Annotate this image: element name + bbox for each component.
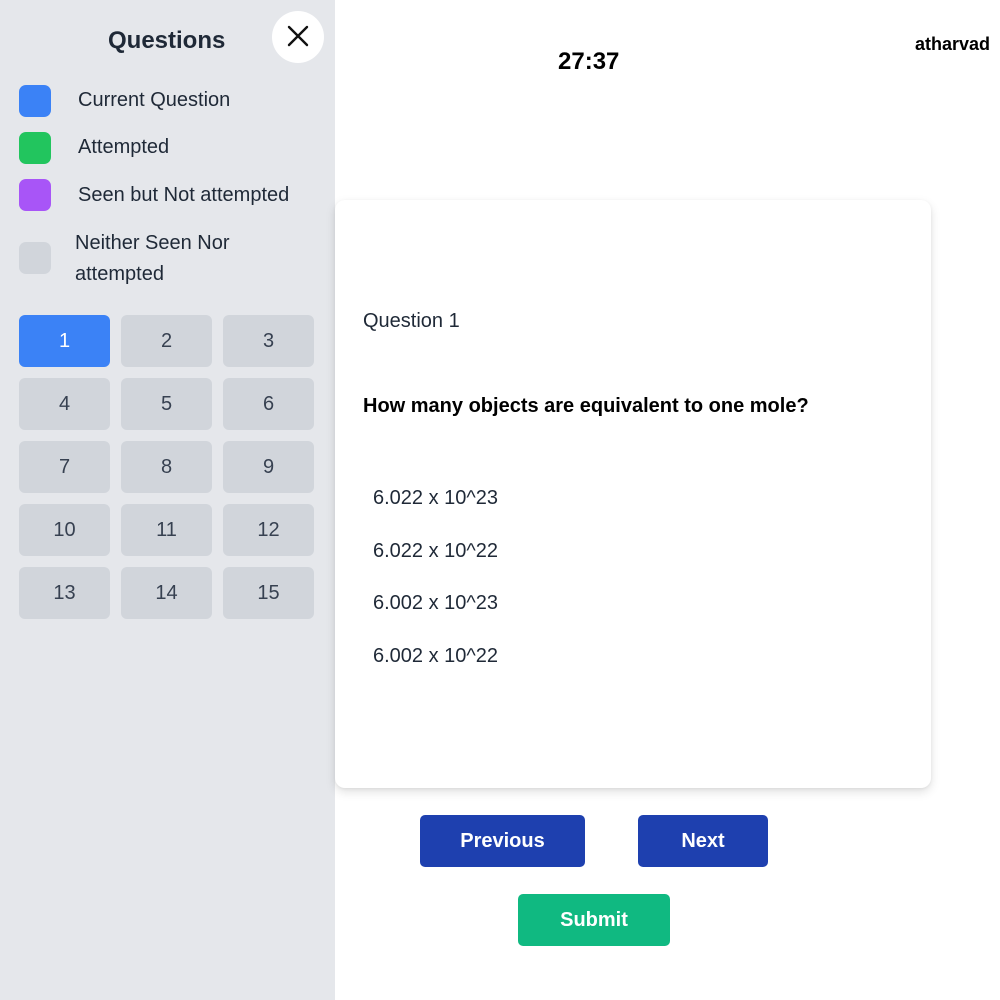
legend-label-seen-not-attempted: Seen but Not attempted: [78, 184, 290, 206]
next-button[interactable]: Next: [638, 815, 768, 867]
question-sidebar: Questions Current Question Attempted See…: [0, 0, 335, 1000]
previous-button[interactable]: Previous: [420, 815, 585, 867]
question-button-15[interactable]: 15: [223, 567, 314, 619]
question-button-4[interactable]: 4: [19, 378, 110, 430]
question-button-8[interactable]: 8: [121, 441, 212, 493]
legend-swatch-current: [19, 85, 51, 117]
question-button-6[interactable]: 6: [223, 378, 314, 430]
question-button-1[interactable]: 1: [19, 315, 110, 367]
answer-option-2[interactable]: 6.022 x 10^22: [373, 540, 498, 563]
legend-swatch-seen-not-attempted: [19, 179, 51, 211]
legend-swatch-not-seen: [19, 242, 51, 274]
question-text: How many objects are equivalent to one m…: [363, 395, 809, 417]
question-number: Question 1: [363, 310, 460, 332]
legend-label-attempted: Attempted: [78, 136, 170, 158]
username: atharvad: [915, 34, 991, 54]
question-button-2[interactable]: 2: [121, 315, 212, 367]
question-grid: 1 2 3 4 5 6 7 8 9 10 11 12 13 14 15: [19, 315, 314, 619]
answer-option-4[interactable]: 6.002 x 10^22: [373, 645, 498, 668]
question-button-10[interactable]: 10: [19, 504, 110, 556]
answer-option-1[interactable]: 6.022 x 10^23: [373, 487, 498, 510]
answer-option-3[interactable]: 6.002 x 10^23: [373, 592, 498, 615]
question-button-11[interactable]: 11: [121, 504, 212, 556]
question-button-12[interactable]: 12: [223, 504, 314, 556]
sidebar-title: Questions: [108, 27, 226, 54]
question-button-3[interactable]: 3: [223, 315, 314, 367]
question-button-13[interactable]: 13: [19, 567, 110, 619]
submit-button[interactable]: Submit: [518, 894, 670, 946]
question-card: Question 1 How many objects are equivale…: [335, 200, 931, 788]
legend-label-not-seen: Neither Seen Nor attempted: [75, 232, 230, 285]
question-button-5[interactable]: 5: [121, 378, 212, 430]
close-icon: [286, 24, 310, 51]
question-button-14[interactable]: 14: [121, 567, 212, 619]
question-button-7[interactable]: 7: [19, 441, 110, 493]
legend-swatch-attempted: [19, 132, 51, 164]
countdown-timer: 27:37: [558, 48, 620, 75]
close-sidebar-button[interactable]: [272, 11, 324, 63]
legend-label-current: Current Question: [78, 89, 231, 111]
quiz-page: Questions Current Question Attempted See…: [0, 0, 1000, 1000]
question-button-9[interactable]: 9: [223, 441, 314, 493]
